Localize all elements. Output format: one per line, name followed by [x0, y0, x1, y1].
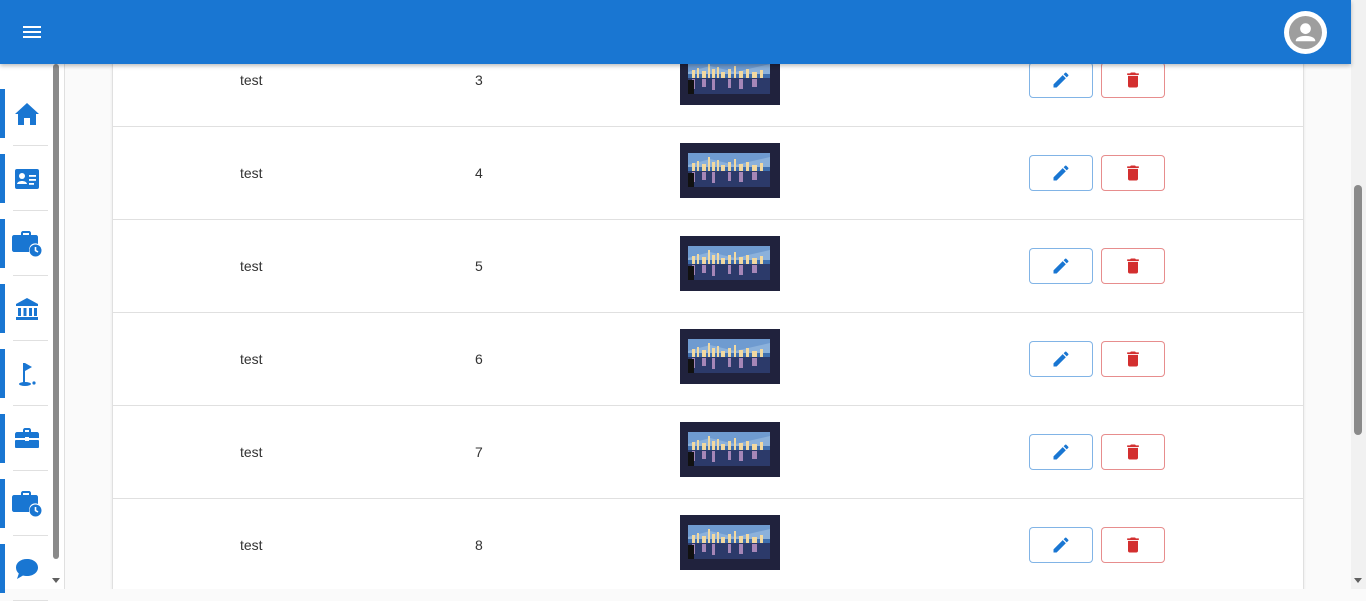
sidebar-item-contact-card[interactable] [0, 154, 48, 211]
row-thumbnail [680, 515, 780, 570]
page-scrollbar-thumb[interactable] [1354, 185, 1362, 435]
sidebar-item-work-history[interactable] [0, 219, 48, 276]
page-scrollbar[interactable] [1351, 0, 1366, 589]
edit-button[interactable] [1029, 434, 1093, 470]
pencil-icon [1053, 258, 1069, 274]
sidebar-item-home[interactable] [0, 89, 48, 146]
row-name: test [240, 72, 263, 88]
row-number: 6 [475, 351, 483, 367]
row-name: test [240, 351, 263, 367]
sidebar-scrollbar-thumb[interactable] [53, 64, 59, 559]
row-name: test [240, 165, 263, 181]
trash-icon [1127, 537, 1139, 553]
city-skyline-image [680, 64, 780, 105]
table-row: test 6 [113, 313, 1303, 406]
sidebar-item-work[interactable] [0, 414, 48, 471]
row-thumbnail [680, 64, 780, 105]
edit-button[interactable] [1029, 155, 1093, 191]
golf-flag-icon [18, 362, 36, 386]
row-number: 3 [475, 72, 483, 88]
menu-icon [23, 26, 41, 38]
app-bar [0, 0, 1351, 64]
bank-icon [15, 297, 38, 320]
row-thumbnail [680, 236, 780, 291]
row-name: test [240, 537, 263, 553]
row-thumbnail [680, 143, 780, 198]
main-content: test 3 test 4 test 5 test 6 test 7 test … [65, 64, 1351, 589]
delete-button[interactable] [1101, 434, 1165, 470]
user-avatar-button[interactable] [1284, 11, 1327, 54]
briefcase-clock-icon [11, 490, 41, 516]
delete-button[interactable] [1101, 155, 1165, 191]
row-thumbnail [680, 422, 780, 477]
row-number: 8 [475, 537, 483, 553]
row-thumbnail [680, 329, 780, 384]
row-number: 4 [475, 165, 483, 181]
briefcase-clock-icon [11, 230, 41, 256]
trash-icon [1127, 165, 1139, 181]
menu-button[interactable] [14, 14, 50, 50]
trash-icon [1127, 258, 1139, 274]
table-row: test 7 [113, 406, 1303, 499]
table-row: test 5 [113, 220, 1303, 313]
city-skyline-image [680, 329, 780, 384]
city-skyline-image [680, 143, 780, 198]
row-name: test [240, 444, 263, 460]
sidebar-item-golf[interactable] [0, 349, 48, 406]
city-skyline-image [680, 515, 780, 570]
city-skyline-image [680, 422, 780, 477]
edit-button[interactable] [1029, 64, 1093, 98]
pencil-icon [1053, 72, 1069, 88]
home-icon [14, 102, 39, 125]
sidebar-scrollbar[interactable] [51, 64, 61, 589]
delete-button[interactable] [1101, 341, 1165, 377]
table-row: test 4 [113, 127, 1303, 220]
briefcase-icon [14, 427, 39, 448]
row-number: 7 [475, 444, 483, 460]
trash-icon [1127, 444, 1139, 460]
trash-icon [1127, 72, 1139, 88]
edit-button[interactable] [1029, 527, 1093, 563]
row-number: 5 [475, 258, 483, 274]
pencil-icon [1053, 444, 1069, 460]
delete-button[interactable] [1101, 64, 1165, 98]
row-name: test [240, 258, 263, 274]
trash-icon [1127, 351, 1139, 367]
page-scroll-down-arrow-icon[interactable] [1354, 578, 1362, 583]
table-row: test 8 [113, 499, 1303, 589]
delete-button[interactable] [1101, 527, 1165, 563]
account-circle-icon [1288, 15, 1323, 50]
data-table: test 3 test 4 test 5 test 6 test 7 test … [112, 64, 1304, 589]
contact-card-icon [14, 168, 39, 189]
table-row: test 3 [113, 64, 1303, 127]
edit-button[interactable] [1029, 341, 1093, 377]
pencil-icon [1053, 165, 1069, 181]
delete-button[interactable] [1101, 248, 1165, 284]
sidebar [0, 64, 65, 601]
pencil-icon [1053, 351, 1069, 367]
pencil-icon [1053, 537, 1069, 553]
sidebar-item-work-schedule[interactable] [0, 479, 48, 536]
sidebar-item-chat[interactable] [0, 544, 48, 601]
edit-button[interactable] [1029, 248, 1093, 284]
sidebar-scroll-down-arrow-icon[interactable] [52, 578, 60, 583]
city-skyline-image [680, 236, 780, 291]
chat-bubble-icon [15, 558, 38, 579]
sidebar-item-bank[interactable] [0, 284, 48, 341]
